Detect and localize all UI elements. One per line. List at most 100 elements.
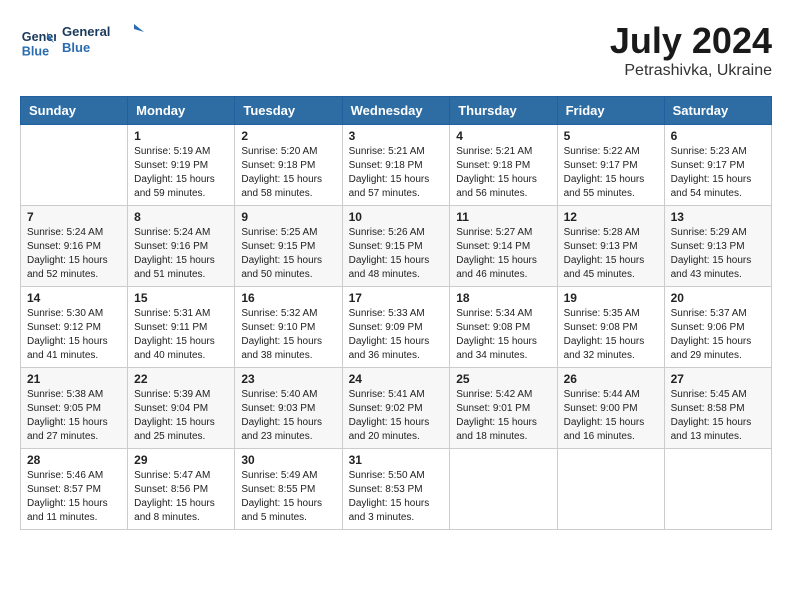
day-number: 15: [134, 291, 228, 305]
logo-icon: General Blue: [20, 25, 56, 61]
day-number: 29: [134, 453, 228, 467]
svg-text:Blue: Blue: [62, 40, 90, 55]
month-year-title: July 2024: [610, 20, 772, 62]
logo: General Blue General Blue: [20, 20, 152, 65]
calendar-cell: 27 Sunrise: 5:45 AM Sunset: 8:58 PM Dayli…: [664, 368, 771, 449]
calendar-week-row: 1Sunrise: 5:19 AM Sunset: 9:19 PM Daylig…: [21, 125, 772, 206]
calendar-cell: 9Sunrise: 5:25 AM Sunset: 9:15 PM Daylig…: [235, 206, 342, 287]
calendar-cell: [21, 125, 128, 206]
day-info: Sunrise: 5:37 AM Sunset: 9:06 PM Dayligh…: [671, 307, 765, 363]
calendar-cell: 29 Sunrise: 5:47 AM Sunset: 8:56 PM Dayli…: [128, 449, 235, 530]
calendar-cell: [450, 449, 557, 530]
weekday-header-wednesday: Wednesday: [342, 97, 450, 125]
calendar-cell: 23 Sunrise: 5:40 AM Sunset: 9:03 PM Dayli…: [235, 368, 342, 449]
day-number: 7: [27, 210, 121, 224]
calendar-week-row: 21 Sunrise: 5:38 AM Sunset: 9:05 PM Dayli…: [21, 368, 772, 449]
day-number: 21: [27, 372, 121, 386]
calendar-cell: 2Sunrise: 5:20 AM Sunset: 9:18 PM Daylig…: [235, 125, 342, 206]
day-info: Sunrise: 5:45 AM Sunset: 8:58 PM Dayligh…: [671, 388, 765, 444]
calendar-cell: 6 Sunrise: 5:23 AM Sunset: 9:17 PM Daylig…: [664, 125, 771, 206]
calendar-cell: 15 Sunrise: 5:31 AM Sunset: 9:11 PM Dayli…: [128, 287, 235, 368]
calendar-cell: 20 Sunrise: 5:37 AM Sunset: 9:06 PM Dayli…: [664, 287, 771, 368]
day-number: 5: [564, 129, 658, 143]
day-info: Sunrise: 5:23 AM Sunset: 9:17 PM Dayligh…: [671, 145, 765, 201]
calendar-cell: 7Sunrise: 5:24 AM Sunset: 9:16 PM Daylig…: [21, 206, 128, 287]
calendar-cell: 3 Sunrise: 5:21 AM Sunset: 9:18 PM Daylig…: [342, 125, 450, 206]
day-info: Sunrise: 5:32 AM Sunset: 9:10 PM Dayligh…: [241, 307, 335, 363]
weekday-header-monday: Monday: [128, 97, 235, 125]
day-info: Sunrise: 5:41 AM Sunset: 9:02 PM Dayligh…: [349, 388, 444, 444]
day-info: Sunrise: 5:35 AM Sunset: 9:08 PM Dayligh…: [564, 307, 658, 363]
calendar-cell: 1Sunrise: 5:19 AM Sunset: 9:19 PM Daylig…: [128, 125, 235, 206]
day-info: Sunrise: 5:26 AM Sunset: 9:15 PM Dayligh…: [349, 226, 444, 282]
location-subtitle: Petrashivka, Ukraine: [610, 62, 772, 80]
calendar-table: SundayMondayTuesdayWednesdayThursdayFrid…: [20, 96, 772, 530]
day-info: Sunrise: 5:29 AM Sunset: 9:13 PM Dayligh…: [671, 226, 765, 282]
day-number: 30: [241, 453, 335, 467]
calendar-cell: 17Sunrise: 5:33 AM Sunset: 9:09 PM Dayli…: [342, 287, 450, 368]
day-info: Sunrise: 5:34 AM Sunset: 9:08 PM Dayligh…: [456, 307, 550, 363]
calendar-cell: 12 Sunrise: 5:28 AM Sunset: 9:13 PM Dayli…: [557, 206, 664, 287]
day-info: Sunrise: 5:31 AM Sunset: 9:11 PM Dayligh…: [134, 307, 228, 363]
day-info: Sunrise: 5:38 AM Sunset: 9:05 PM Dayligh…: [27, 388, 121, 444]
calendar-cell: 11 Sunrise: 5:27 AM Sunset: 9:14 PM Dayli…: [450, 206, 557, 287]
day-info: Sunrise: 5:33 AM Sunset: 9:09 PM Dayligh…: [349, 307, 444, 363]
weekday-header-saturday: Saturday: [664, 97, 771, 125]
day-info: Sunrise: 5:27 AM Sunset: 9:14 PM Dayligh…: [456, 226, 550, 282]
day-info: Sunrise: 5:44 AM Sunset: 9:00 PM Dayligh…: [564, 388, 658, 444]
page-header: General Blue General Blue July 2024 Petr…: [20, 20, 772, 80]
day-number: 20: [671, 291, 765, 305]
weekday-header-sunday: Sunday: [21, 97, 128, 125]
day-number: 14: [27, 291, 121, 305]
day-info: Sunrise: 5:25 AM Sunset: 9:15 PM Dayligh…: [241, 226, 335, 282]
weekday-header-row: SundayMondayTuesdayWednesdayThursdayFrid…: [21, 97, 772, 125]
calendar-cell: 19 Sunrise: 5:35 AM Sunset: 9:08 PM Dayli…: [557, 287, 664, 368]
day-info: Sunrise: 5:40 AM Sunset: 9:03 PM Dayligh…: [241, 388, 335, 444]
day-number: 10: [349, 210, 444, 224]
calendar-cell: 31Sunrise: 5:50 AM Sunset: 8:53 PM Dayli…: [342, 449, 450, 530]
day-info: Sunrise: 5:21 AM Sunset: 9:18 PM Dayligh…: [349, 145, 444, 201]
day-number: 22: [134, 372, 228, 386]
calendar-cell: 18Sunrise: 5:34 AM Sunset: 9:08 PM Dayli…: [450, 287, 557, 368]
day-number: 28: [27, 453, 121, 467]
day-number: 23: [241, 372, 335, 386]
calendar-cell: 13 Sunrise: 5:29 AM Sunset: 9:13 PM Dayli…: [664, 206, 771, 287]
weekday-header-thursday: Thursday: [450, 97, 557, 125]
day-info: Sunrise: 5:50 AM Sunset: 8:53 PM Dayligh…: [349, 469, 444, 525]
calendar-week-row: 28 Sunrise: 5:46 AM Sunset: 8:57 PM Dayli…: [21, 449, 772, 530]
calendar-cell: 4Sunrise: 5:21 AM Sunset: 9:18 PM Daylig…: [450, 125, 557, 206]
calendar-week-row: 7Sunrise: 5:24 AM Sunset: 9:16 PM Daylig…: [21, 206, 772, 287]
logo-svg: General Blue: [62, 20, 152, 60]
day-info: Sunrise: 5:49 AM Sunset: 8:55 PM Dayligh…: [241, 469, 335, 525]
calendar-cell: 21 Sunrise: 5:38 AM Sunset: 9:05 PM Dayli…: [21, 368, 128, 449]
day-number: 6: [671, 129, 765, 143]
calendar-cell: [557, 449, 664, 530]
day-info: Sunrise: 5:42 AM Sunset: 9:01 PM Dayligh…: [456, 388, 550, 444]
day-info: Sunrise: 5:46 AM Sunset: 8:57 PM Dayligh…: [27, 469, 121, 525]
calendar-cell: 28 Sunrise: 5:46 AM Sunset: 8:57 PM Dayli…: [21, 449, 128, 530]
day-number: 11: [456, 210, 550, 224]
day-info: Sunrise: 5:47 AM Sunset: 8:56 PM Dayligh…: [134, 469, 228, 525]
calendar-cell: 8Sunrise: 5:24 AM Sunset: 9:16 PM Daylig…: [128, 206, 235, 287]
day-info: Sunrise: 5:21 AM Sunset: 9:18 PM Dayligh…: [456, 145, 550, 201]
day-number: 19: [564, 291, 658, 305]
day-info: Sunrise: 5:28 AM Sunset: 9:13 PM Dayligh…: [564, 226, 658, 282]
calendar-cell: 22 Sunrise: 5:39 AM Sunset: 9:04 PM Dayli…: [128, 368, 235, 449]
day-info: Sunrise: 5:22 AM Sunset: 9:17 PM Dayligh…: [564, 145, 658, 201]
weekday-header-tuesday: Tuesday: [235, 97, 342, 125]
calendar-cell: 25Sunrise: 5:42 AM Sunset: 9:01 PM Dayli…: [450, 368, 557, 449]
title-block: July 2024 Petrashivka, Ukraine: [610, 20, 772, 80]
day-number: 13: [671, 210, 765, 224]
calendar-cell: 5 Sunrise: 5:22 AM Sunset: 9:17 PM Daylig…: [557, 125, 664, 206]
svg-text:Blue: Blue: [22, 44, 49, 58]
calendar-cell: [664, 449, 771, 530]
day-number: 27: [671, 372, 765, 386]
day-number: 3: [349, 129, 444, 143]
day-info: Sunrise: 5:39 AM Sunset: 9:04 PM Dayligh…: [134, 388, 228, 444]
day-number: 12: [564, 210, 658, 224]
svg-text:General: General: [62, 24, 110, 39]
day-number: 16: [241, 291, 335, 305]
calendar-week-row: 14Sunrise: 5:30 AM Sunset: 9:12 PM Dayli…: [21, 287, 772, 368]
day-info: Sunrise: 5:20 AM Sunset: 9:18 PM Dayligh…: [241, 145, 335, 201]
weekday-header-friday: Friday: [557, 97, 664, 125]
